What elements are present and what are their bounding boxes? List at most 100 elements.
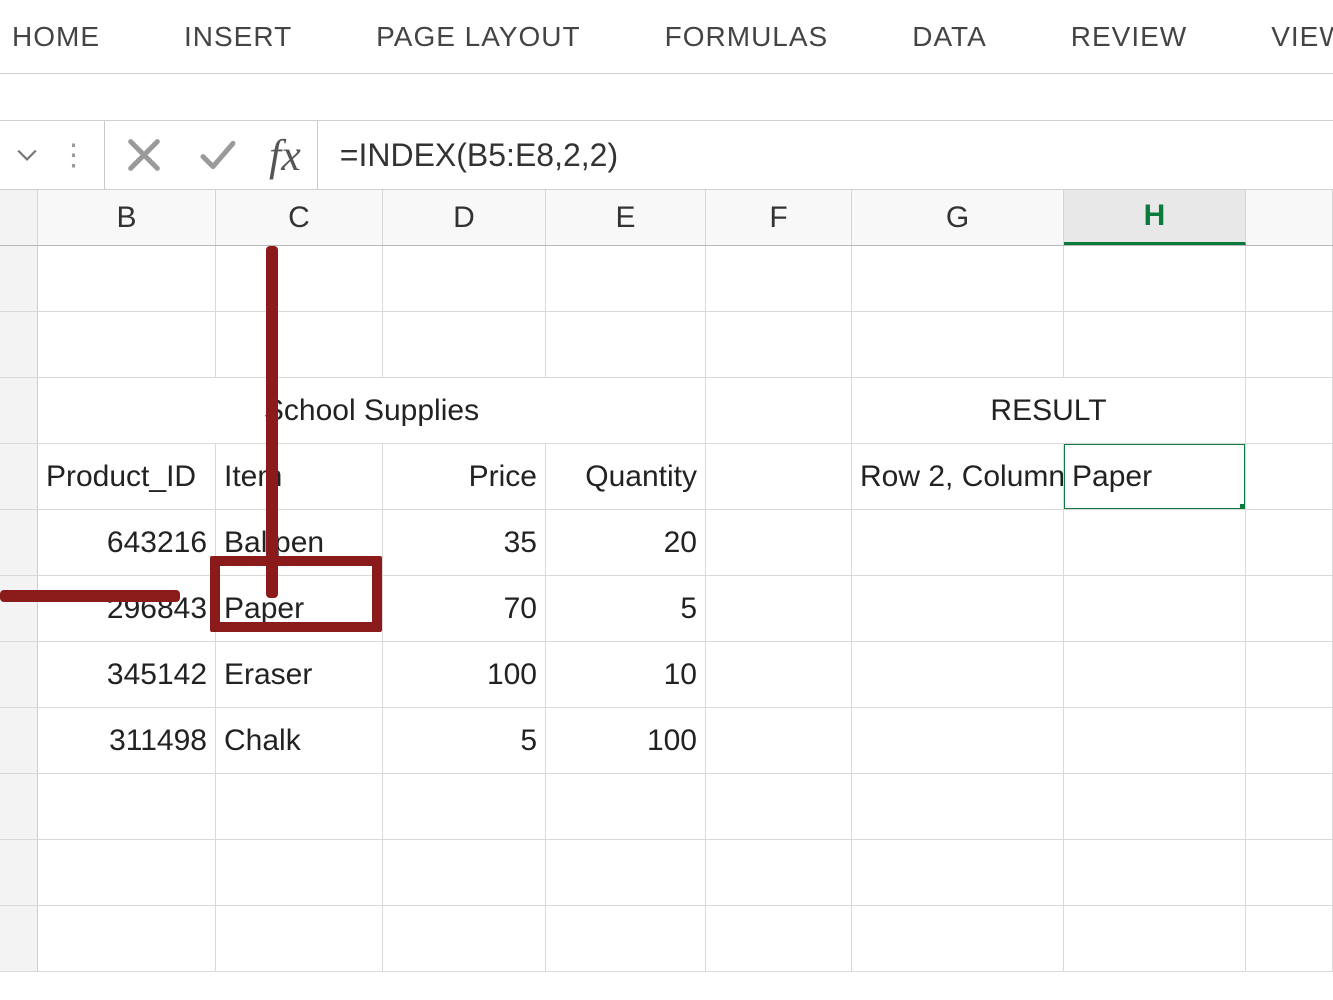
result-title[interactable]: RESULT (852, 378, 1246, 444)
cell[interactable] (852, 774, 1064, 840)
row-header[interactable] (0, 246, 38, 312)
cell-product-id[interactable]: 311498 (38, 708, 216, 774)
cell[interactable] (1246, 840, 1333, 906)
cell[interactable] (38, 312, 216, 378)
cell[interactable] (1064, 312, 1246, 378)
column-header-d[interactable]: D (383, 190, 546, 245)
supplies-header-price[interactable]: Price (383, 444, 546, 510)
cell[interactable] (706, 708, 852, 774)
column-header-c[interactable]: C (216, 190, 383, 245)
cell-qty[interactable]: 5 (546, 576, 706, 642)
tab-home[interactable]: HOME (6, 21, 142, 53)
cell[interactable] (383, 312, 546, 378)
cancel-formula-button[interactable] (121, 132, 167, 178)
cell[interactable] (216, 906, 383, 972)
row-header[interactable] (0, 642, 38, 708)
cell[interactable] (706, 642, 852, 708)
cell[interactable] (383, 246, 546, 312)
cell-price[interactable]: 70 (383, 576, 546, 642)
supplies-title[interactable]: School Supplies (38, 378, 706, 444)
cell[interactable] (706, 444, 852, 510)
cell[interactable] (852, 246, 1064, 312)
cell[interactable] (706, 312, 852, 378)
cell-product-id[interactable]: 643216 (38, 510, 216, 576)
row-header[interactable] (0, 444, 38, 510)
cell[interactable] (216, 840, 383, 906)
cell[interactable] (38, 774, 216, 840)
cell[interactable] (706, 774, 852, 840)
cell[interactable] (38, 246, 216, 312)
cell[interactable] (852, 708, 1064, 774)
insert-function-button[interactable]: fx (269, 130, 301, 181)
cell[interactable] (383, 840, 546, 906)
cell[interactable] (1064, 840, 1246, 906)
cell-qty[interactable]: 10 (546, 642, 706, 708)
cell[interactable] (546, 312, 706, 378)
row-header[interactable] (0, 378, 38, 444)
cell[interactable] (1064, 906, 1246, 972)
row-header[interactable] (0, 708, 38, 774)
cell-product-id[interactable]: 345142 (38, 642, 216, 708)
cell[interactable] (852, 510, 1064, 576)
cell[interactable] (1246, 378, 1333, 444)
cell[interactable] (1246, 246, 1333, 312)
cell-qty[interactable]: 20 (546, 510, 706, 576)
formula-input[interactable] (318, 121, 1333, 189)
cell[interactable] (1064, 642, 1246, 708)
cell[interactable] (1064, 774, 1246, 840)
cell-item[interactable]: Ballpen (216, 510, 383, 576)
column-header-overflow[interactable] (1246, 190, 1333, 245)
cell[interactable] (38, 906, 216, 972)
cell[interactable] (852, 906, 1064, 972)
cell[interactable] (1246, 906, 1333, 972)
cell[interactable] (706, 840, 852, 906)
tab-data[interactable]: DATA (870, 21, 1029, 53)
cell-qty[interactable]: 100 (546, 708, 706, 774)
cell[interactable] (706, 510, 852, 576)
cell[interactable] (546, 840, 706, 906)
row-header[interactable] (0, 312, 38, 378)
enter-formula-button[interactable] (195, 132, 241, 178)
supplies-header-product-id[interactable]: Product_ID (38, 444, 216, 510)
cell-product-id[interactable]: 296843 (38, 576, 216, 642)
column-header-e[interactable]: E (546, 190, 706, 245)
cell[interactable] (1246, 510, 1333, 576)
cell[interactable] (1064, 708, 1246, 774)
cell[interactable] (852, 312, 1064, 378)
cell[interactable] (546, 246, 706, 312)
row-header[interactable] (0, 906, 38, 972)
cell[interactable] (706, 246, 852, 312)
tab-insert[interactable]: INSERT (142, 21, 334, 53)
cell-item[interactable]: Chalk (216, 708, 383, 774)
drag-handle-icon[interactable]: ⋮ (46, 121, 104, 189)
cell[interactable] (1246, 642, 1333, 708)
tab-formulas[interactable]: FORMULAS (623, 21, 871, 53)
cell[interactable] (216, 312, 383, 378)
cell[interactable] (1064, 576, 1246, 642)
tab-review[interactable]: REVIEW (1029, 21, 1229, 53)
tab-page-layout[interactable]: PAGE LAYOUT (334, 21, 622, 53)
cell-price[interactable]: 5 (383, 708, 546, 774)
cell[interactable] (852, 576, 1064, 642)
supplies-header-item[interactable]: Item (216, 444, 383, 510)
tab-view[interactable]: VIEW (1229, 21, 1333, 53)
cell[interactable] (706, 906, 852, 972)
column-header-b[interactable]: B (38, 190, 216, 245)
row-header[interactable] (0, 840, 38, 906)
column-header-stub[interactable] (0, 190, 38, 245)
cell[interactable] (383, 774, 546, 840)
cell[interactable] (546, 906, 706, 972)
cell[interactable] (1064, 510, 1246, 576)
cell[interactable] (546, 774, 706, 840)
result-label[interactable]: Row 2, Column 2 (852, 444, 1064, 510)
cell[interactable] (852, 642, 1064, 708)
cell[interactable] (1246, 312, 1333, 378)
cell[interactable] (1246, 444, 1333, 510)
cell[interactable] (706, 576, 852, 642)
result-value-cell[interactable]: Paper (1064, 444, 1246, 510)
cell-item[interactable]: Paper (216, 576, 383, 642)
cell-price[interactable]: 35 (383, 510, 546, 576)
cell[interactable] (216, 246, 383, 312)
row-header[interactable] (0, 510, 38, 576)
column-header-g[interactable]: G (852, 190, 1064, 245)
